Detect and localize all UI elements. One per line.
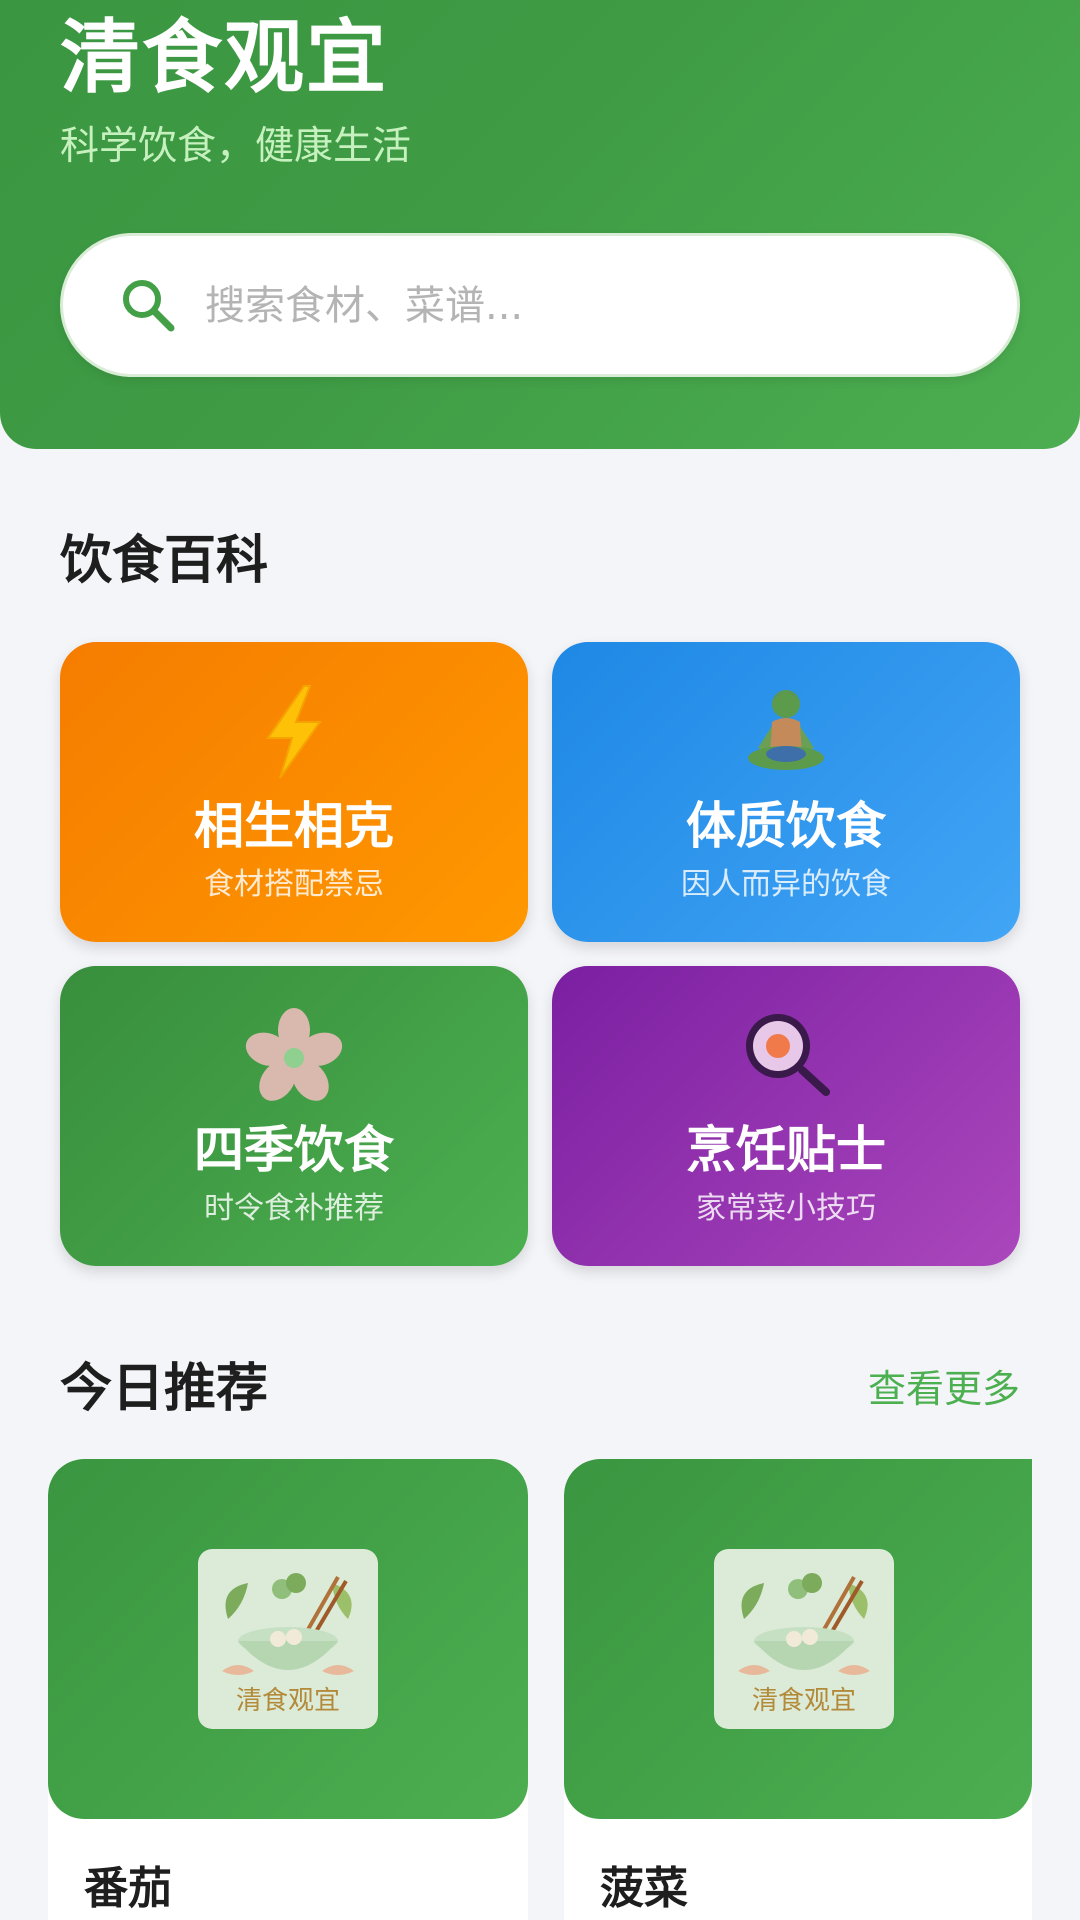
fried-egg-magnifier-icon [746,1014,830,1096]
category-desc: 食材搭配禁忌 [204,867,384,902]
section-title-encyclopedia: 饮食百科 [60,531,269,591]
section-title-recommend: 今日推荐 [60,1359,269,1419]
category-name: 相生相克 [194,797,394,855]
app-logo-image: 清食观宜 [714,1549,894,1729]
logo-text: 清食观宜 [752,1686,856,1716]
app-subtitle: 科学饮食，健康生活 [60,124,412,169]
search-icon [123,280,175,332]
recommend-card-spinach[interactable]: 清食观宜 菠菜 [564,1459,1032,1920]
recommend-card-tomato[interactable]: 清食观宜 番茄 [48,1459,528,1920]
blossom-icon [245,1008,343,1101]
recommend-name: 菠菜 [600,1863,688,1914]
recommend-image: 清食观宜 [48,1459,528,1819]
category-desc: 时令食补推荐 [204,1191,384,1226]
category-name: 烹饪贴士 [686,1121,886,1179]
view-more-link[interactable]: 查看更多 [868,1364,1020,1414]
category-name: 体质饮食 [686,797,886,855]
category-name: 四季饮食 [194,1121,394,1179]
category-card-cooking-tips[interactable]: 烹饪贴士 家常菜小技巧 [552,966,1020,1266]
app-title: 清食观宜 [60,11,388,104]
meditation-icon [748,690,824,770]
search-input[interactable] [205,266,965,346]
category-card-compatibility[interactable]: 相生相克 食材搭配禁忌 [60,642,528,942]
category-card-constitution[interactable]: 体质饮食 因人而异的饮食 [552,642,1020,942]
category-desc: 因人而异的饮食 [681,867,891,902]
app-logo-image: 清食观宜 [198,1549,378,1729]
logo-text: 清食观宜 [236,1686,340,1716]
recommend-name: 番茄 [84,1863,172,1914]
category-desc: 家常菜小技巧 [696,1191,876,1226]
lightning-icon [266,685,322,779]
category-card-seasons[interactable]: 四季饮食 时令食补推荐 [60,966,528,1266]
search-bar[interactable] [60,233,1020,377]
recommend-image: 清食观宜 [564,1459,1032,1819]
app-header: 清食观宜 科学饮食，健康生活 [0,0,1080,449]
